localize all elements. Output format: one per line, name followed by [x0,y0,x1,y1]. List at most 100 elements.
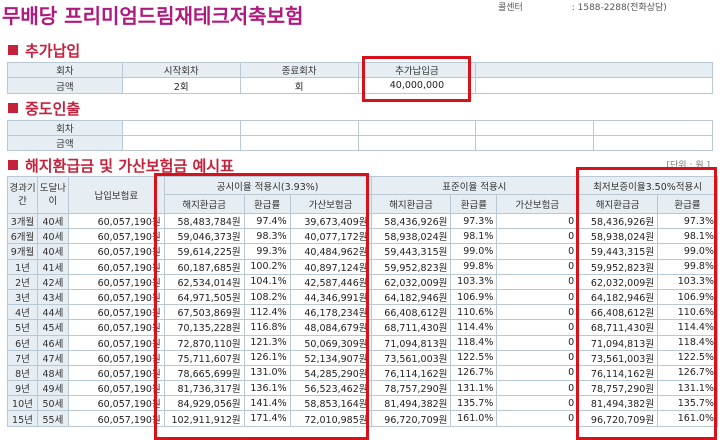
cell-b-bonus: 0 [496,364,579,382]
cell-age: 47세 [36,349,69,366]
cell-a-refund: 102,911,912원 [163,410,245,427]
cell-a-refund: 62,534,014원 [163,273,245,290]
cell-a-refund: 84,929,056원 [163,395,245,412]
end-round-value[interactable]: 회 [239,77,359,94]
cell-c-refund: 81,494,382원 [577,395,659,412]
cell-b-rate: 110.6% [450,304,498,321]
col-premium: 납입보험료 [67,176,165,214]
cell-age: 42세 [36,273,69,290]
start-round-value[interactable]: 2회 [121,77,241,94]
cell-c-rate: 118.4% [657,334,718,351]
section-withdrawal-title: 중도인출 [8,98,80,119]
cell-c-refund: 73,561,003원 [577,349,659,366]
cell-period: 9년 [7,380,38,397]
cell-period: 3개월 [7,212,38,230]
cell-a-rate: 171.4% [243,410,291,427]
withdrawal-cell[interactable] [239,120,359,136]
group-minimum-rate: 최저보증이율3.50%적용시 [577,176,718,195]
withdrawal-cell[interactable] [593,120,713,136]
cell-period: 6개월 [7,228,38,245]
cell-age: 46세 [36,334,69,351]
cell-a-rate: 131.0% [243,364,291,382]
cell-c-refund: 68,711,430원 [577,319,659,336]
cell-c-rate: 135.7% [657,395,718,412]
cell-a-bonus: 54,285,290원 [289,364,372,382]
cell-b-refund: 81,494,382원 [370,395,452,412]
cell-b-rate: 114.4% [450,319,498,336]
unit-note: [단위 : 원 ] [666,161,710,171]
withdrawal-cell[interactable] [475,135,595,151]
cell-a-refund: 60,187,685원 [163,258,245,275]
cell-b-bonus: 0 [496,410,579,427]
cell-b-rate: 103.3% [450,273,498,290]
cell-c-refund: 58,436,926원 [577,212,659,230]
contact-info: 콜센터 : 1588-2288(전화상담) [498,0,667,13]
cell-a-bonus: 42,587,446원 [289,273,372,290]
cell-a-rate: 100.2% [243,258,291,275]
withdrawal-cell[interactable] [593,135,713,151]
cell-a-bonus: 44,346,991원 [289,288,372,306]
withdrawal-cell[interactable] [357,135,477,151]
cell-c-rate: 99.8% [657,258,718,275]
cell-b-bonus: 0 [496,380,579,397]
cell-a-rate: 99.3% [243,243,291,260]
cell-premium: 60,057,190원 [67,349,165,366]
cell-c-rate: 114.4% [657,319,718,336]
table-row: 8년 48세 60,057,190원 78,665,699원 131.0% 54,285,… [7,364,718,382]
cell-period: 4년 [7,304,38,321]
cell-a-rate: 104.1% [243,273,291,290]
cell-age: 41세 [36,258,69,275]
cell-a-rate: 112.4% [243,304,291,321]
cell-b-refund: 64,182,946원 [370,288,452,306]
sub-bonus: 가산보험금 [496,194,579,214]
table-row: 3개월 40세 60,057,190원 58,483,784원 97.4% 39,673,… [7,212,718,230]
section-marker-icon [8,45,18,55]
cell-c-refund: 78,757,290원 [577,380,659,397]
cell-a-refund: 78,665,699원 [163,364,245,382]
row-amount-label: 금액 [7,77,123,94]
withdrawal-cell[interactable] [475,120,595,136]
sub-rate: 환급률 [450,194,498,214]
cell-b-rate: 131.1% [450,380,498,397]
withdrawal-cell[interactable] [357,120,477,136]
cell-b-refund: 66,408,612원 [370,304,452,321]
cell-age: 40세 [36,228,69,245]
cell-a-bonus: 72,010,985원 [289,410,372,427]
cell-b-rate: 126.7% [450,364,498,382]
cell-c-refund: 66,408,612원 [577,304,659,321]
cell-c-rate: 103.3% [657,273,718,290]
cell-a-refund: 59,614,225원 [163,243,245,260]
cell-premium: 60,057,190원 [67,243,165,260]
withdrawal-cell[interactable] [239,135,359,151]
cell-a-refund: 67,503,869원 [163,304,245,321]
cell-a-rate: 108.2% [243,288,291,306]
cell-b-rate: 118.4% [450,334,498,351]
cell-b-refund: 58,938,024원 [370,228,452,245]
withdrawal-cell[interactable] [121,120,241,136]
cell-b-rate: 99.0% [450,243,498,260]
section-additional-label: 추가납입 [25,42,81,60]
cell-c-refund: 62,032,009원 [577,273,659,290]
additional-amount-value[interactable]: 40,000,000 [357,77,477,94]
cell-a-bonus: 40,897,124원 [289,258,372,275]
cell-b-refund: 76,114,162원 [370,364,452,382]
cell-age: 48세 [36,364,69,382]
cell-b-rate: 98.1% [450,228,498,245]
cell-c-rate: 98.1% [657,228,718,245]
contact-value: : 1588-2288(전화상담) [571,3,667,13]
cell-period: 3년 [7,288,38,306]
cell-b-refund: 59,952,823원 [370,258,452,275]
cell-b-rate: 122.5% [450,349,498,366]
cell-b-bonus: 0 [496,258,579,275]
section-marker-icon [8,103,18,113]
withdrawal-cell[interactable] [121,135,241,151]
cell-period: 7년 [7,349,38,366]
cell-a-rate: 121.3% [243,334,291,351]
cell-age: 45세 [36,319,69,336]
cell-a-refund: 72,870,110원 [163,334,245,351]
cell-a-rate: 136.1% [243,380,291,397]
sub-refund: 해지환급금 [370,194,452,214]
cell-a-bonus: 40,077,172원 [289,228,372,245]
cell-b-refund: 59,443,315원 [370,243,452,260]
cell-b-rate: 106.9% [450,288,498,306]
